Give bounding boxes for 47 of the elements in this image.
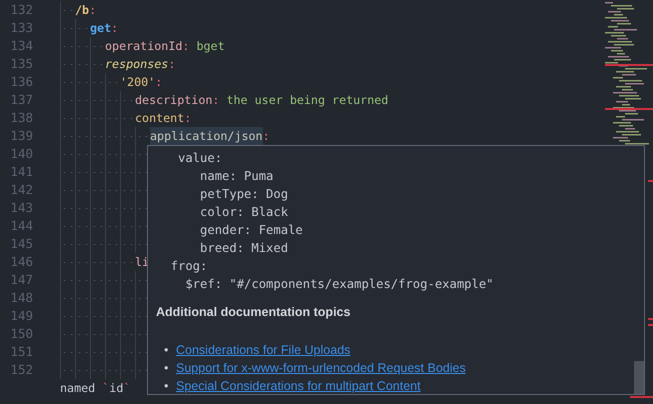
code-line: frog: xyxy=(170,258,208,275)
line-number: 135 xyxy=(9,55,33,73)
code-line: breed: Mixed xyxy=(199,240,290,257)
code-line: petType: Dog xyxy=(199,186,290,203)
line-number: 134 xyxy=(9,37,33,55)
code-line: $ref: "#/components/examples/frog-example" xyxy=(184,276,495,293)
line-number: 140 xyxy=(9,145,33,163)
bullet: • xyxy=(164,342,170,359)
code-line: value: xyxy=(177,150,224,167)
bullet: • xyxy=(164,378,170,395)
line-number: 152 xyxy=(9,361,33,379)
documentation-link[interactable]: Special Considerations for multipart Content xyxy=(176,377,421,395)
line-number: 143 xyxy=(9,199,33,217)
line-number: 151 xyxy=(9,343,33,361)
line-number: 136 xyxy=(9,73,33,91)
bullet: • xyxy=(164,360,170,377)
line-number: 147 xyxy=(9,271,33,289)
line-number: 150 xyxy=(9,325,33,343)
line-number: 149 xyxy=(9,307,33,325)
code-line: application/json: xyxy=(150,127,270,145)
code-line: description: the user being returned xyxy=(135,92,388,109)
line-number: 133 xyxy=(9,19,33,37)
line-number: 141 xyxy=(9,163,33,181)
line-number: 142 xyxy=(9,181,33,199)
code-line: get: xyxy=(90,20,118,37)
code-line: operationId: bget xyxy=(105,38,225,55)
line-number: 146 xyxy=(9,253,33,271)
documentation-link[interactable]: Considerations for File Uploads xyxy=(176,341,350,359)
popup-heading: Additional documentation topics xyxy=(156,305,352,319)
code-line: li xyxy=(135,254,150,271)
line-number: 145 xyxy=(9,235,33,253)
code-line: color: Black xyxy=(199,204,290,221)
code-line: gender: Female xyxy=(199,222,304,239)
line-number: 148 xyxy=(9,289,33,307)
line-number: 144 xyxy=(9,217,33,235)
code-line: responses: xyxy=(105,56,176,73)
line-number: 138 xyxy=(9,109,33,127)
code-line: named `id` xyxy=(60,380,130,397)
code-line: content: xyxy=(135,110,192,127)
code-line: '200': xyxy=(120,74,162,91)
code-line: name: Puma xyxy=(199,168,274,185)
line-number: 137 xyxy=(9,91,33,109)
line-number: 139 xyxy=(9,127,33,145)
code-line: /b: xyxy=(75,2,96,19)
documentation-link[interactable]: Support for x-www-form-urlencoded Request Bodies xyxy=(176,359,466,377)
line-number: 132 xyxy=(9,1,33,19)
scrollbar-thumb[interactable] xyxy=(634,361,644,394)
